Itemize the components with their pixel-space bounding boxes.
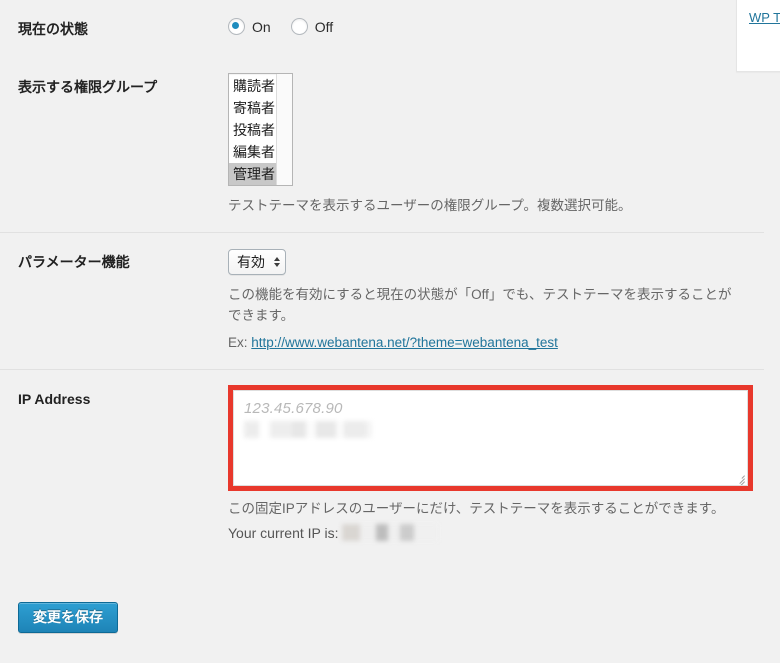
- ip-address-textarea[interactable]: 123.45.678.90: [233, 389, 748, 486]
- role-option-editor[interactable]: 編集者: [229, 141, 277, 163]
- settings-table: 現在の状態 On Off 表示する権限グループ 購読者 寄稿者 投稿者 編集者 …: [0, 0, 764, 557]
- role-option-administrator[interactable]: 管理者: [229, 163, 277, 186]
- ip-address-placeholder: 123.45.678.90: [244, 399, 343, 417]
- role-option-list: 購読者 寄稿者 投稿者 編集者 管理者: [229, 75, 277, 186]
- field-label-parameter-feature: パラメーター機能: [0, 231, 228, 370]
- current-ip-redacted-value: [341, 524, 438, 542]
- ip-address-highlight-box: 123.45.678.90: [228, 384, 753, 491]
- settings-form: 現在の状態 On Off 表示する権限グループ 購読者 寄稿者 投稿者 編集者 …: [0, 0, 764, 557]
- current-ip-line: Your current IP is:: [228, 524, 754, 542]
- field-label-current-state: 現在の状態: [18, 21, 88, 37]
- field-control-ip-address: 123.45.678.90 この固定IPアドレスのユーザーにだけ、テストテーマを…: [228, 368, 764, 557]
- save-changes-button[interactable]: 変更を保存: [18, 602, 118, 633]
- example-prefix-label: Ex:: [228, 334, 248, 350]
- parameter-feature-example: Ex: http://www.webantena.net/?theme=weba…: [228, 332, 754, 354]
- parameter-feature-select[interactable]: 有効: [228, 248, 286, 275]
- ip-address-description: この固定IPアドレスのユーザーにだけ、テストテーマを表示することができます。: [228, 500, 725, 516]
- radio-off-icon[interactable]: [290, 18, 308, 35]
- radio-on-label: On: [252, 18, 271, 35]
- table-row: 現在の状態 On Off: [0, 0, 764, 58]
- radio-on-icon[interactable]: [228, 18, 245, 35]
- radio-off-label: Off: [314, 18, 334, 35]
- parameter-feature-select-wrapper[interactable]: 有効: [228, 248, 286, 275]
- radio-option-on[interactable]: On: [228, 18, 271, 35]
- current-ip-label: Your current IP is:: [228, 524, 339, 541]
- parameter-feature-description: この機能を有効にすると現在の状態が「Off」でも、テストテーマを表示することがで…: [228, 286, 732, 324]
- table-row: 表示する権限グループ 購読者 寄稿者 投稿者 編集者 管理者 テストテーマを表示…: [0, 58, 764, 232]
- role-group-description: テストテーマを表示するユーザーの権限グループ。複数選択可能。: [228, 198, 632, 214]
- field-control-parameter-feature: 有効 この機能を有効にすると現在の状態が「Off」でも、テストテーマを表示するこ…: [228, 231, 764, 370]
- submit-area: 変更を保存: [18, 602, 118, 633]
- field-label-role-group: 表示する権限グループ: [18, 79, 158, 96]
- radio-option-off[interactable]: Off: [290, 18, 334, 35]
- table-row: IP Address 123.45.678.90 この固定IPアドレスのユーザー…: [0, 368, 764, 557]
- role-option-contributor[interactable]: 寄稿者: [229, 97, 277, 119]
- example-url-link[interactable]: http://www.webantena.net/?theme=webanten…: [251, 335, 558, 350]
- role-multiselect[interactable]: 購読者 寄稿者 投稿者 編集者 管理者: [228, 73, 293, 187]
- table-row: パラメーター機能 有効 この機能を有効にすると現在の状態が「Off」でも、テスト…: [0, 231, 764, 370]
- ip-address-redacted-value: [244, 420, 372, 438]
- radio-group-current-state: On Off: [228, 18, 754, 35]
- field-label-ip-address: IP Address: [0, 368, 228, 557]
- role-option-author[interactable]: 投稿者: [229, 119, 277, 141]
- field-control-role-group: 購読者 寄稿者 投稿者 編集者 管理者 テストテーマを表示するユーザーの権限グル…: [228, 58, 764, 232]
- role-option-subscriber[interactable]: 購読者: [229, 75, 277, 97]
- role-multiselect-scrollbar[interactable]: [276, 74, 292, 186]
- field-control-current-state: On Off: [228, 0, 764, 58]
- textarea-resize-grip-icon[interactable]: [733, 471, 745, 485]
